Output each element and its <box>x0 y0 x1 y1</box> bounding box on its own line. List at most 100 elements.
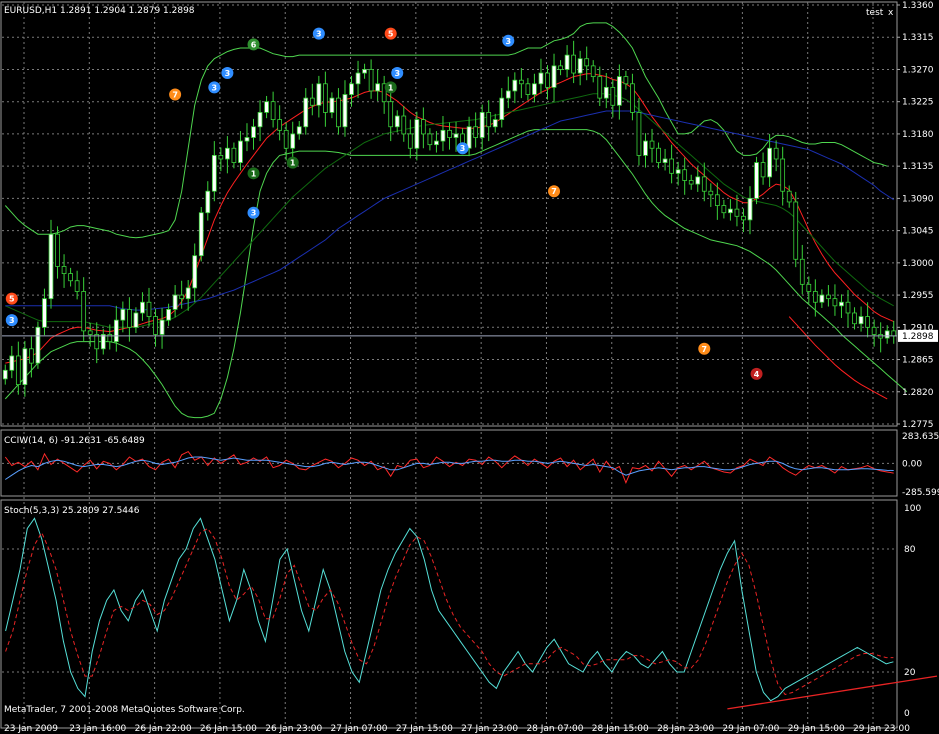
price-tick-label: 1.3360 <box>902 1 934 11</box>
candle-body-bull <box>564 54 570 70</box>
candle-body-bear <box>153 316 158 335</box>
time-tick-label: 23 Jan 16:00 <box>69 724 126 734</box>
candle-body-bull <box>120 309 126 321</box>
candle-body-bear <box>545 72 550 88</box>
signal-marker-14: 3 <box>502 34 515 47</box>
candle-body-bear <box>734 208 740 217</box>
candle-body-bull <box>551 65 557 88</box>
candle-body-bear <box>407 133 413 149</box>
signal-label: 5 <box>388 30 394 39</box>
candle-body-bull <box>257 112 263 128</box>
metatrader-chart[interactable]: 5373361313 53133774 EURUSD,H1 1.2891 1.29… <box>0 0 939 734</box>
price-tick-label: 1.2865 <box>902 356 934 366</box>
candle-body-bull <box>205 190 211 214</box>
time-tick-label: 28 Jan 07:00 <box>526 724 583 734</box>
candle-body-bear <box>218 155 224 160</box>
candle-body-bull <box>238 140 243 163</box>
signal-label: 3 <box>9 316 15 325</box>
time-tick-label: 29 Jan 15:00 <box>788 724 845 734</box>
candle-body-bear <box>597 76 603 99</box>
signal-label: 3 <box>394 69 400 78</box>
price-tick-label: 1.2910 <box>902 323 934 333</box>
candle-body-bull <box>884 330 890 339</box>
candle-body-bull <box>244 137 250 142</box>
candle-body-bear <box>270 101 276 120</box>
candle-body-bear <box>793 201 799 260</box>
candle-body-bull <box>414 119 420 149</box>
candle-body-bull <box>858 316 864 325</box>
candle-body-bear <box>669 158 674 174</box>
time-tick-label: 26 Jan 15:00 <box>200 724 257 734</box>
signal-label: 7 <box>172 91 178 100</box>
candle-body-bear <box>558 65 563 70</box>
candle-body-bull <box>839 301 844 307</box>
signal-label: 6 <box>251 40 257 49</box>
candle-body-bear <box>688 180 694 185</box>
symbol-ohlc: EURUSD,H1 1.2891 1.2904 1.2879 1.2898 <box>4 6 195 16</box>
candle-body-bear <box>571 54 576 74</box>
candle-body-bear <box>55 233 60 267</box>
candle-body-bear <box>127 309 132 328</box>
close-icon[interactable]: x <box>888 8 894 18</box>
cci-tick-label: -285.599 <box>902 488 939 498</box>
candle-body-bear <box>714 194 720 206</box>
candle-body-bear <box>427 133 433 146</box>
candle-body-bear <box>826 294 831 300</box>
candle-body-bull <box>747 197 753 221</box>
candle-body-bull <box>316 83 322 106</box>
candle-body-bear <box>388 101 394 128</box>
candle-body-bull <box>100 334 106 350</box>
candle-body-bull <box>303 97 309 128</box>
test-label[interactable]: test <box>866 8 884 18</box>
signal-marker-8: 1 <box>286 156 299 169</box>
candle-body-bull <box>290 133 296 149</box>
time-tick-label: 23 Jan 2009 <box>4 724 58 734</box>
candle-body-bull <box>499 97 505 120</box>
candle-body-bear <box>656 147 661 163</box>
candle-body-bear <box>590 65 596 78</box>
candle-body-bear <box>401 115 407 135</box>
candle-body-bear <box>630 83 635 113</box>
stoch-title: Stoch(5,3,3) 25.2809 27.5446 <box>4 506 140 516</box>
candle-body-bear <box>81 291 87 332</box>
candle-body-bull <box>355 72 361 85</box>
candle-body-bull <box>675 169 681 174</box>
candle-body-bear <box>610 86 616 106</box>
candle <box>793 191 799 268</box>
candle-body-bear <box>87 330 93 335</box>
candle-body-bull <box>342 94 348 128</box>
signal-label: 3 <box>212 83 218 92</box>
candle-body-bull <box>48 233 54 300</box>
candle-body-bear <box>741 215 746 221</box>
candle-body-bull <box>577 58 583 74</box>
time-tick-label: 27 Jan 15:00 <box>396 724 453 734</box>
candle-body-bull <box>532 83 537 95</box>
candle-body-bear <box>525 83 531 95</box>
candle-body-bear <box>812 291 818 303</box>
signal-marker-7: 3 <box>247 206 260 219</box>
signal-label: 4 <box>754 370 760 379</box>
signal-marker-11: 3 <box>391 67 404 80</box>
price-tick-label: 1.3000 <box>902 259 934 269</box>
candle-body-bear <box>61 266 67 274</box>
candle-body-bull <box>662 158 668 163</box>
candle-body-bear <box>708 190 714 196</box>
cci-tick-label: 0.00 <box>902 459 922 469</box>
candle-body-bear <box>94 334 100 350</box>
candle-body-bull <box>251 126 256 138</box>
price-tick-label: 1.2955 <box>902 291 934 301</box>
signal-marker-17: 4 <box>750 367 763 380</box>
candle-body-bull <box>166 309 171 321</box>
candle-body-bear <box>806 283 812 292</box>
signal-marker-9: 3 <box>312 27 325 40</box>
price-tick-label: 1.2820 <box>902 388 934 398</box>
candle-body-bull <box>42 298 47 328</box>
candle-body-bear <box>486 112 492 128</box>
candle-body-bull <box>296 126 302 135</box>
signal-marker-5: 6 <box>247 38 260 51</box>
candle-body-bull <box>538 72 544 85</box>
candle-body-bull <box>466 126 472 149</box>
candle-body-bull <box>819 294 825 303</box>
candle-body-bull <box>133 312 139 328</box>
candle-body-bear <box>845 301 851 314</box>
